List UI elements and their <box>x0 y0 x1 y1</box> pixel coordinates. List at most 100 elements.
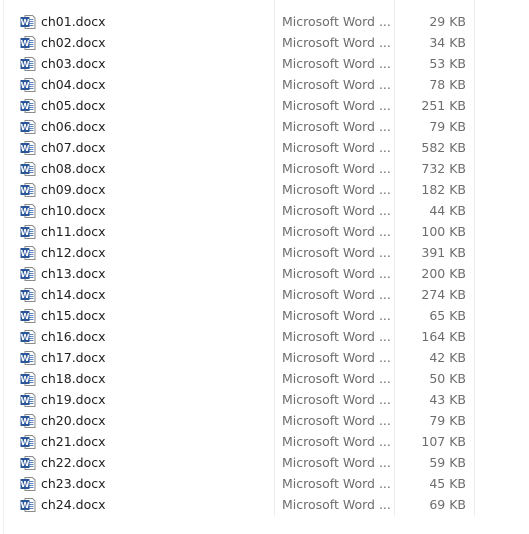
file-row[interactable]: W ch05.docx Microsoft Word ... 251 KB <box>0 95 529 116</box>
file-row[interactable]: W ch15.docx Microsoft Word ... 65 KB <box>0 305 529 326</box>
file-row[interactable]: W ch08.docx Microsoft Word ... 732 KB <box>0 158 529 179</box>
svg-text:W: W <box>21 333 30 342</box>
file-size: 200 KB <box>421 266 466 281</box>
svg-text:W: W <box>21 144 30 153</box>
file-row[interactable]: W ch22.docx Microsoft Word ... 59 KB <box>0 452 529 473</box>
svg-text:W: W <box>21 228 30 237</box>
file-type: Microsoft Word ... <box>282 203 391 218</box>
word-document-icon: W <box>20 329 36 345</box>
file-row[interactable]: W ch23.docx Microsoft Word ... 45 KB <box>0 473 529 494</box>
file-list: W ch01.docx Microsoft Word ... 29 KB W c… <box>0 11 529 515</box>
file-name: ch15.docx <box>41 308 106 323</box>
file-name: ch02.docx <box>41 35 106 50</box>
file-name: ch01.docx <box>41 14 106 29</box>
file-name: ch14.docx <box>41 287 106 302</box>
file-name: ch22.docx <box>41 455 106 470</box>
word-document-icon: W <box>20 308 36 324</box>
file-row[interactable]: W ch13.docx Microsoft Word ... 200 KB <box>0 263 529 284</box>
file-size: 79 KB <box>429 119 466 134</box>
file-name: ch08.docx <box>41 161 106 176</box>
file-name: ch24.docx <box>41 497 106 512</box>
file-type: Microsoft Word ... <box>282 497 391 512</box>
file-name: ch06.docx <box>41 119 106 134</box>
file-row[interactable]: W ch14.docx Microsoft Word ... 274 KB <box>0 284 529 305</box>
word-document-icon: W <box>20 35 36 51</box>
file-row[interactable]: W ch09.docx Microsoft Word ... 182 KB <box>0 179 529 200</box>
word-document-icon: W <box>20 140 36 156</box>
word-document-icon: W <box>20 371 36 387</box>
file-name: ch05.docx <box>41 98 106 113</box>
word-document-icon: W <box>20 182 36 198</box>
svg-text:W: W <box>21 39 30 48</box>
file-row[interactable]: W ch06.docx Microsoft Word ... 79 KB <box>0 116 529 137</box>
svg-text:W: W <box>21 417 30 426</box>
svg-text:W: W <box>21 81 30 90</box>
word-document-icon: W <box>20 413 36 429</box>
file-row[interactable]: W ch24.docx Microsoft Word ... 69 KB <box>0 494 529 515</box>
file-name: ch13.docx <box>41 266 106 281</box>
file-size: 29 KB <box>429 14 466 29</box>
file-size: 44 KB <box>429 203 466 218</box>
file-size: 65 KB <box>429 308 466 323</box>
word-document-icon: W <box>20 455 36 471</box>
file-size: 69 KB <box>429 497 466 512</box>
word-document-icon: W <box>20 434 36 450</box>
svg-text:W: W <box>21 480 30 489</box>
file-list-pane: W ch01.docx Microsoft Word ... 29 KB W c… <box>0 0 529 534</box>
file-row[interactable]: W ch19.docx Microsoft Word ... 43 KB <box>0 389 529 410</box>
file-row[interactable]: W ch02.docx Microsoft Word ... 34 KB <box>0 32 529 53</box>
svg-text:W: W <box>21 312 30 321</box>
file-row[interactable]: W ch04.docx Microsoft Word ... 78 KB <box>0 74 529 95</box>
file-row[interactable]: W ch20.docx Microsoft Word ... 79 KB <box>0 410 529 431</box>
svg-text:W: W <box>21 291 30 300</box>
word-document-icon: W <box>20 161 36 177</box>
word-document-icon: W <box>20 497 36 513</box>
file-row[interactable]: W ch16.docx Microsoft Word ... 164 KB <box>0 326 529 347</box>
file-row[interactable]: W ch03.docx Microsoft Word ... 53 KB <box>0 53 529 74</box>
file-type: Microsoft Word ... <box>282 434 391 449</box>
word-document-icon: W <box>20 266 36 282</box>
file-name: ch19.docx <box>41 392 106 407</box>
svg-text:W: W <box>21 270 30 279</box>
file-row[interactable]: W ch01.docx Microsoft Word ... 29 KB <box>0 11 529 32</box>
file-row[interactable]: W ch11.docx Microsoft Word ... 100 KB <box>0 221 529 242</box>
file-size: 182 KB <box>421 182 466 197</box>
svg-text:W: W <box>21 459 30 468</box>
file-row[interactable]: W ch07.docx Microsoft Word ... 582 KB <box>0 137 529 158</box>
word-document-icon: W <box>20 350 36 366</box>
file-row[interactable]: W ch21.docx Microsoft Word ... 107 KB <box>0 431 529 452</box>
file-type: Microsoft Word ... <box>282 266 391 281</box>
file-name: ch04.docx <box>41 77 106 92</box>
file-row[interactable]: W ch10.docx Microsoft Word ... 44 KB <box>0 200 529 221</box>
word-document-icon: W <box>20 287 36 303</box>
svg-text:W: W <box>21 207 30 216</box>
svg-text:W: W <box>21 375 30 384</box>
file-size: 107 KB <box>421 434 466 449</box>
file-size: 34 KB <box>429 35 466 50</box>
file-size: 59 KB <box>429 455 466 470</box>
file-row[interactable]: W ch12.docx Microsoft Word ... 391 KB <box>0 242 529 263</box>
file-size: 43 KB <box>429 392 466 407</box>
file-type: Microsoft Word ... <box>282 329 391 344</box>
file-name: ch17.docx <box>41 350 106 365</box>
file-size: 274 KB <box>421 287 466 302</box>
file-size: 79 KB <box>429 413 466 428</box>
word-document-icon: W <box>20 77 36 93</box>
file-name: ch03.docx <box>41 56 106 71</box>
word-document-icon: W <box>20 476 36 492</box>
file-size: 391 KB <box>421 245 466 260</box>
word-document-icon: W <box>20 119 36 135</box>
file-size: 45 KB <box>429 476 466 491</box>
svg-text:W: W <box>21 354 30 363</box>
file-type: Microsoft Word ... <box>282 350 391 365</box>
svg-text:W: W <box>21 123 30 132</box>
file-row[interactable]: W ch18.docx Microsoft Word ... 50 KB <box>0 368 529 389</box>
svg-text:W: W <box>21 396 30 405</box>
svg-text:W: W <box>21 501 30 510</box>
word-document-icon: W <box>20 56 36 72</box>
file-row[interactable]: W ch17.docx Microsoft Word ... 42 KB <box>0 347 529 368</box>
svg-text:W: W <box>21 18 30 27</box>
file-type: Microsoft Word ... <box>282 182 391 197</box>
file-type: Microsoft Word ... <box>282 119 391 134</box>
file-type: Microsoft Word ... <box>282 56 391 71</box>
